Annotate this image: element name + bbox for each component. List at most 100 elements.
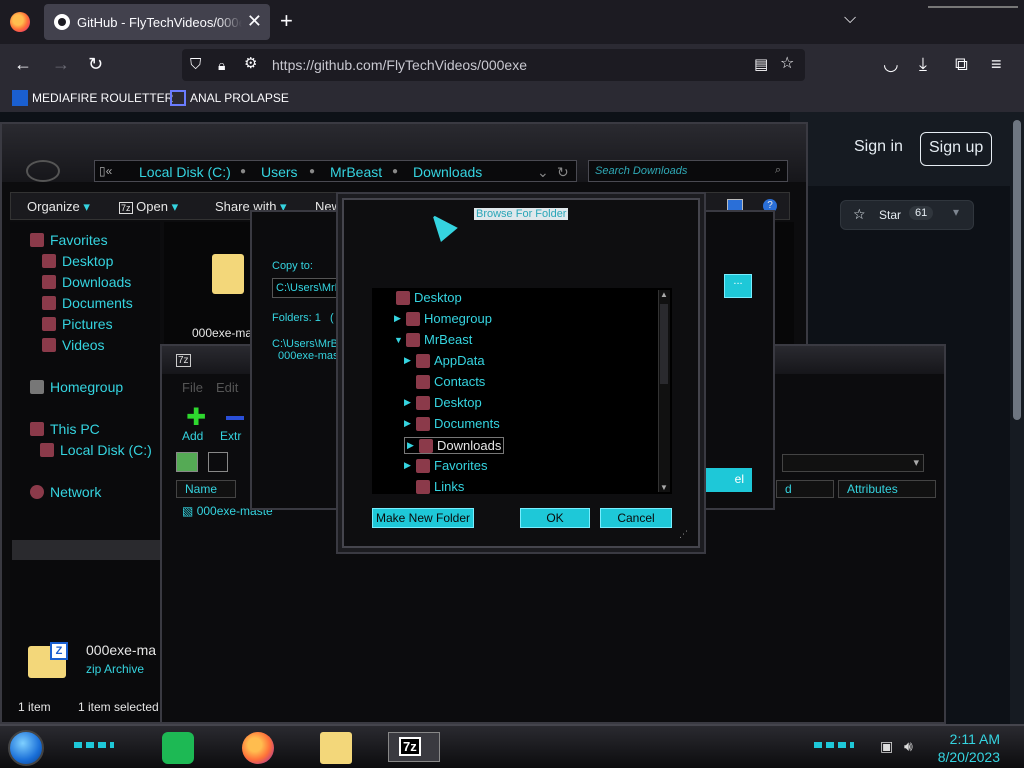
crumb-separator-icon[interactable]: ● (392, 166, 398, 177)
browse-button[interactable]: ... (724, 274, 752, 298)
chevron-down-icon[interactable]: ⌄ (537, 164, 549, 181)
crumb-separator-icon[interactable]: ● (240, 166, 246, 177)
expand-arrow-icon[interactable]: ▶ (394, 313, 402, 324)
tree-item[interactable]: ▶ Documents (404, 416, 500, 431)
column-name[interactable]: Name (176, 480, 236, 498)
network-tray-icon[interactable]: ▣ (880, 738, 893, 755)
folder-up-icon[interactable] (176, 452, 198, 472)
new-tab-icon[interactable]: + (280, 8, 293, 34)
firefox-icon[interactable] (10, 12, 30, 32)
extract-button[interactable]: Extr (220, 408, 244, 443)
copy-cancel-button[interactable]: el (704, 468, 752, 492)
resize-grip-icon[interactable]: ⋰ (679, 529, 688, 540)
github-header: Sign in Sign up (790, 112, 1024, 186)
reader-view-icon[interactable]: ▤ (754, 55, 768, 75)
scroll-down-icon[interactable]: ▼ (660, 483, 668, 492)
bookmark-second[interactable]: ANAL PROLAPSE (170, 90, 289, 106)
source-path: C:\Users\MrBe (272, 338, 345, 350)
chevron-down-icon[interactable]: ▾ (953, 205, 959, 219)
folder-icon (416, 416, 430, 431)
search-input[interactable]: Search Downloads ⌕ (588, 160, 788, 182)
7zip-taskbar-button[interactable]: 7z (388, 732, 440, 762)
cancel-button[interactable]: Cancel (600, 508, 672, 528)
tree-item[interactable]: ▶ AppData (404, 353, 485, 368)
nav-homegroup[interactable]: Homegroup (30, 379, 123, 395)
expand-arrow-icon[interactable]: ▶ (404, 355, 412, 366)
volume-icon[interactable]: 🔊︎ (904, 738, 913, 755)
extensions-icon[interactable]: ⧉ (955, 54, 968, 74)
permissions-icon[interactable]: ⚙ (244, 54, 257, 74)
tree-scrollbar[interactable]: ▲ ▼ (658, 290, 670, 492)
tree-item[interactable]: ▶ Favorites (404, 458, 487, 473)
sign-in-link[interactable]: Sign in (846, 132, 911, 166)
column-modified[interactable]: d (776, 480, 834, 498)
nav-videos[interactable]: Videos (42, 337, 105, 353)
back-forward-icon[interactable] (26, 160, 60, 182)
expand-arrow-icon[interactable]: ▶ (404, 397, 412, 408)
nav-local-disk[interactable]: Local Disk (C:) (40, 442, 152, 458)
lock-icon[interactable]: 🔒︎ (218, 55, 225, 75)
star-button[interactable]: ☆ Star 61 ▾ (840, 200, 974, 230)
bookmark-mediafire[interactable]: MEDIAFIRE ROULETTER (12, 90, 173, 106)
scrollbar-thumb[interactable] (1013, 120, 1021, 420)
browser-tab[interactable]: GitHub - FlyTechVideos/000exe ✕ (44, 4, 270, 40)
nav-this-pc[interactable]: This PC (30, 421, 100, 437)
nav-network[interactable]: Network (30, 484, 101, 500)
organize-button[interactable]: Organize ▾ (27, 199, 90, 215)
nav-desktop[interactable]: Desktop (42, 253, 113, 269)
ok-button[interactable]: OK (520, 508, 590, 528)
search-icon[interactable]: ⌕ (775, 164, 781, 177)
clock[interactable]: 2:11 AM 8/20/2023 (930, 730, 1000, 766)
shield-icon[interactable]: ⛉ (190, 55, 201, 75)
tree-item[interactable]: Links (404, 479, 464, 494)
url-bar[interactable]: ⛉ 🔒︎ ⚙ https://github.com/FlyTechVideos/… (182, 49, 805, 81)
tree-item[interactable]: ▼ MrBeast (394, 332, 472, 347)
column-attributes[interactable]: Attributes (838, 480, 936, 498)
tree-item[interactable]: Contacts (404, 374, 485, 389)
add-button[interactable]: ✚ Add (182, 406, 206, 444)
file-explorer-icon[interactable] (320, 732, 352, 764)
firefox-taskbar-icon[interactable] (242, 732, 274, 764)
address-bar[interactable]: ▯« Local Disk (C:) ● Users ● MrBeast ● D… (94, 160, 577, 182)
tree-item[interactable]: ▶ Homegroup (394, 311, 492, 326)
crumb-users[interactable]: Users (261, 164, 298, 180)
collapse-arrow-icon[interactable]: ▼ (394, 335, 403, 345)
refresh-icon[interactable]: ↻ (557, 164, 569, 181)
menu-file[interactable]: File (182, 380, 203, 395)
tree-item[interactable]: ▶ Downloads (404, 437, 505, 454)
star-icon[interactable]: ☆ (780, 54, 794, 74)
copy-path-input[interactable]: C:\Users\MrB (272, 278, 342, 298)
nav-documents[interactable]: Documents (42, 295, 133, 311)
download-icon[interactable]: ⤓ (919, 54, 927, 74)
path-dropdown[interactable]: ▾ (782, 454, 924, 472)
menu-icon[interactable]: ≡ (991, 54, 1002, 74)
page-scrollbar[interactable] (1010, 112, 1024, 728)
expand-arrow-icon[interactable]: ▶ (404, 460, 412, 471)
forward-icon[interactable]: → (52, 54, 70, 74)
expand-arrow-icon[interactable]: ▶ (404, 418, 412, 429)
tree-item[interactable]: Desktop (384, 290, 462, 305)
crumb-mrbeast[interactable]: MrBeast (330, 164, 382, 180)
nav-pictures[interactable]: Pictures (42, 316, 113, 332)
back-icon[interactable]: ← (14, 54, 32, 74)
open-button[interactable]: 7z Open ▾ (119, 199, 178, 215)
nav-favorites[interactable]: Favorites (30, 232, 108, 248)
make-new-folder-button[interactable]: Make New Folder (372, 508, 474, 528)
notes-app-icon[interactable] (162, 732, 194, 764)
sign-up-button[interactable]: Sign up (920, 132, 993, 166)
tree-item[interactable]: ▶ Desktop (404, 395, 482, 410)
scrollbar-thumb[interactable] (660, 304, 668, 384)
crumb-downloads[interactable]: Downloads (413, 164, 482, 180)
start-button[interactable] (8, 730, 44, 766)
scroll-up-icon[interactable]: ▲ (660, 290, 668, 299)
menu-edit[interactable]: Edit (216, 380, 238, 395)
crumb-local-disk[interactable]: Local Disk (C:) (139, 164, 231, 180)
close-icon[interactable]: ✕ (247, 11, 262, 32)
file-item-zip[interactable]: 000exe-ma (188, 230, 256, 342)
crumb-separator-icon[interactable]: ● (309, 166, 315, 177)
pocket-icon[interactable]: ◡ (883, 54, 899, 74)
chevron-down-icon[interactable]: ⌵ (844, 10, 856, 28)
nav-downloads[interactable]: Downloads (42, 274, 131, 290)
reload-icon[interactable]: ↻ (88, 54, 103, 74)
expand-arrow-icon[interactable]: ▶ (407, 440, 415, 451)
